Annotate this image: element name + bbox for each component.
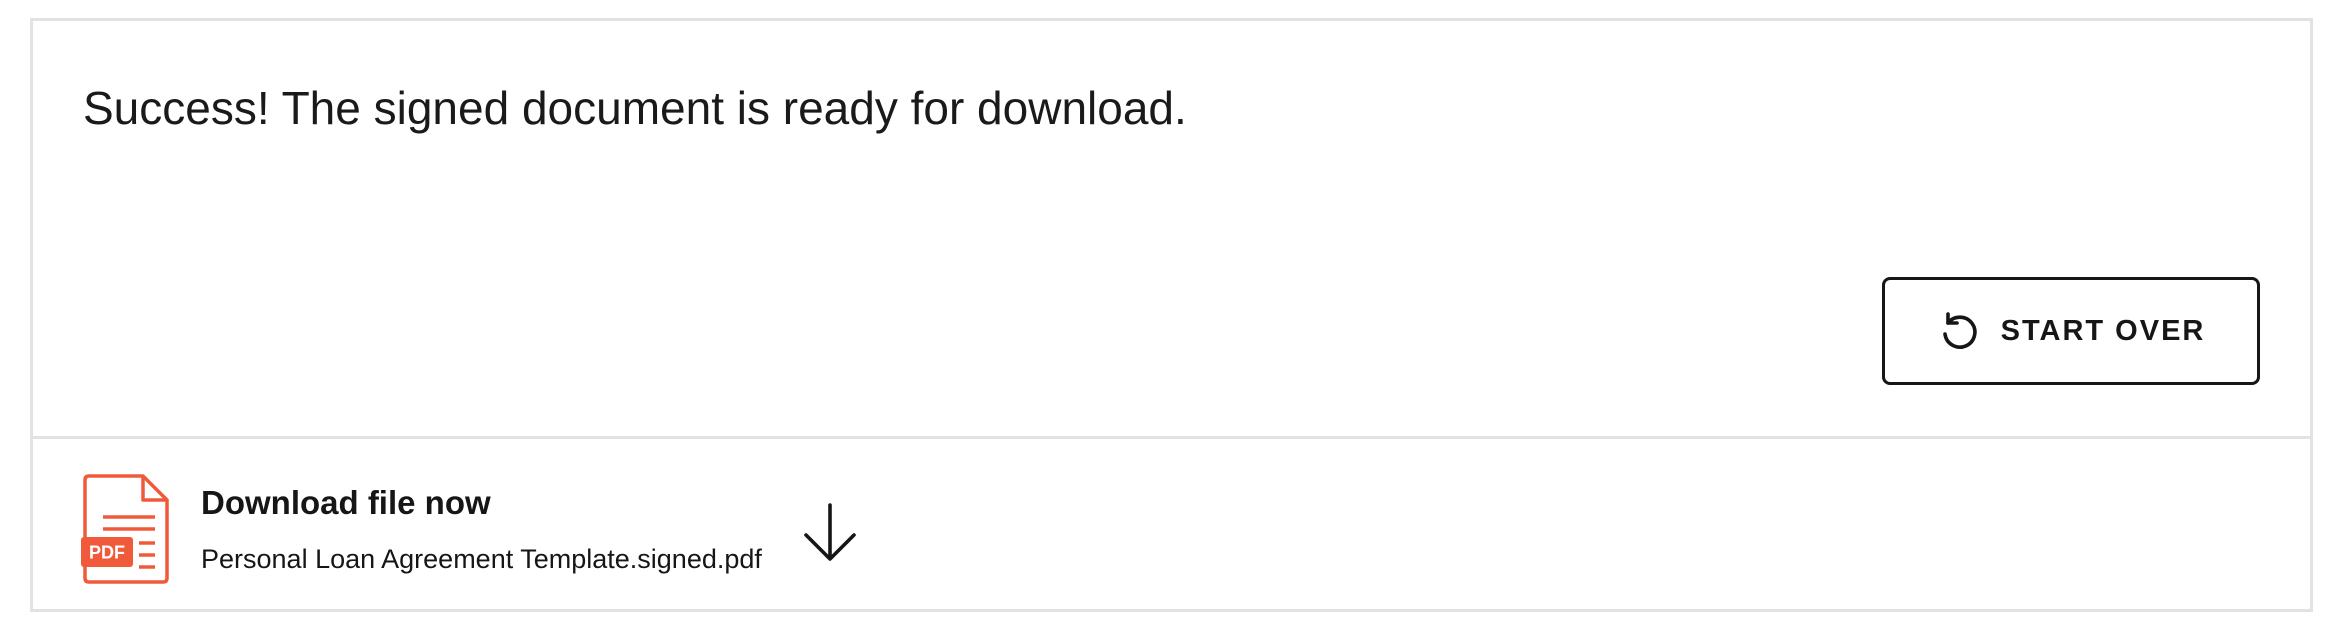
download-title: Download file now [201, 484, 491, 521]
file-name: Personal Loan Agreement Template.signed.… [201, 543, 762, 574]
download-file-link[interactable]: PDF Download file now Personal Loan Agre… [81, 469, 862, 589]
download-ready-card: Success! The signed document is ready fo… [30, 18, 2313, 612]
status-section: Success! The signed document is ready fo… [33, 21, 2310, 439]
pdf-file-icon: PDF [81, 473, 171, 585]
restart-icon [1937, 309, 1981, 353]
start-over-label: START OVER [2000, 314, 2206, 347]
success-message: Success! The signed document is ready fo… [83, 82, 1187, 134]
download-section: PDF Download file now Personal Loan Agre… [33, 439, 2310, 609]
arrow-down-icon [798, 501, 862, 565]
start-over-button[interactable]: START OVER [1882, 277, 2260, 385]
pdf-badge-label: PDF [89, 543, 125, 563]
file-info: Download file now Personal Loan Agreemen… [201, 483, 762, 575]
